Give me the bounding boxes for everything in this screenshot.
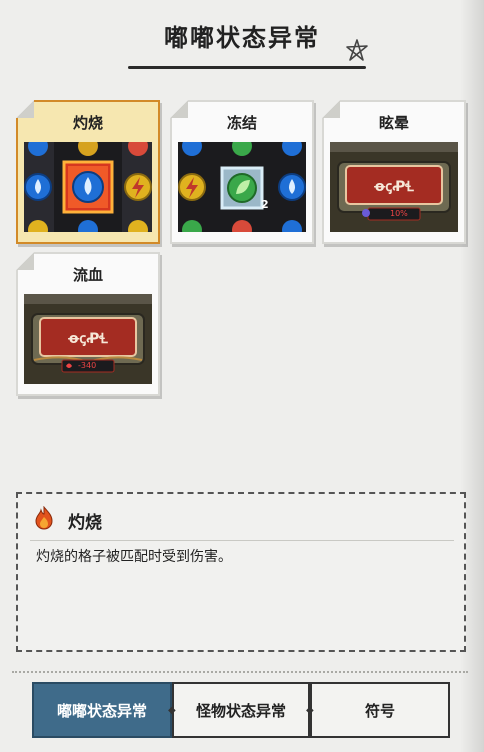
status-card-label: 眩晕 [378,114,409,132]
status-card-label: 流血 [72,266,103,284]
tab-symbols[interactable]: 符号 [310,682,450,738]
status-card-stun[interactable]: 眩晕 ꝋꞔꝒꞭ 10% [322,100,466,244]
burn-preview-image [24,142,152,232]
tab-label: 嘟嘟状态异常 [56,701,147,720]
tab-separator-dot: ◆ [306,705,314,716]
detail-text: 灼烧的格子被匹配时受到伤害。 [36,549,232,565]
status-card-bleed[interactable]: 流血 ꝋꞔꝒꞭ -340 [16,252,160,396]
freeze-count: 2 [261,198,269,211]
status-detail-box: 灼烧 灼烧的格子被匹配时受到伤害。 [16,492,466,652]
bleed-preview-image: ꝋꞔꝒꞭ -340 [24,294,152,384]
tab-label: 怪物状态异常 [195,701,286,720]
bleed-damage: -340 [78,361,97,370]
svg-text:ꝋꞔꝒꞭ: ꝋꞔꝒꞭ [374,179,414,195]
divider [30,540,454,541]
star-doodle-icon [346,39,368,61]
status-card-burn[interactable]: 灼烧 [16,100,160,244]
svg-text:ꝋꞔꝒꞭ: ꝋꞔꝒꞭ [68,331,108,347]
title-underline [128,66,366,69]
stun-percent: 10% [390,209,408,218]
status-card-freeze[interactable]: 冻结 2 [170,100,314,244]
fire-icon [35,506,53,530]
freeze-preview-image: 2 [178,142,306,232]
tab-label: 符号 [364,701,395,720]
stun-preview-image: ꝋꞔꝒꞭ 10% [330,142,458,232]
detail-title: 灼烧 [68,513,102,533]
status-card-label: 冻结 [226,114,257,132]
tab-monster-status[interactable]: 怪物状态异常 [172,682,310,738]
divider [12,671,468,673]
status-effects-panel: 嘟嘟状态异常 灼烧 冻结 2 眩晕 ꝋꞔꝒꞭ 10% 流血 ꝋꞔꝒꞭ -340 … [0,0,484,752]
status-card-label: 灼烧 [72,114,103,132]
tab-separator-dot: ◆ [168,705,176,716]
page-title: 嘟嘟状态异常 [164,24,320,52]
tab-dudu-status[interactable]: 嘟嘟状态异常 [32,682,172,738]
